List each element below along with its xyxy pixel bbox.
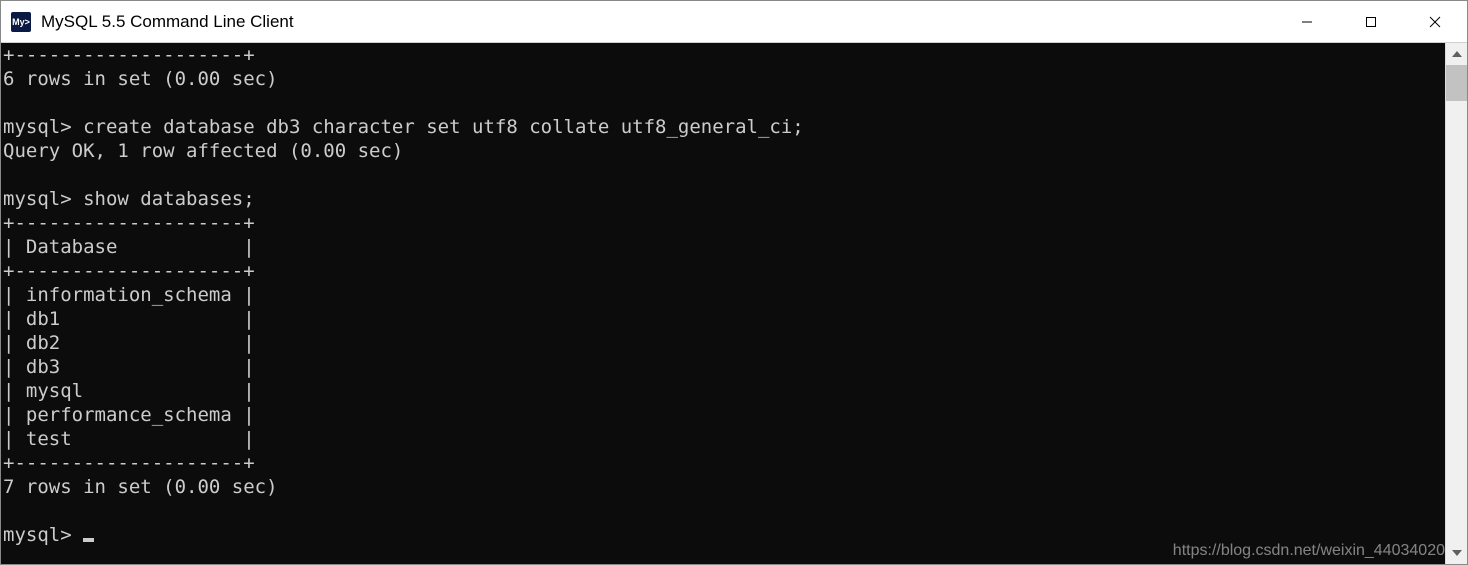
close-button[interactable] <box>1403 1 1467 42</box>
terminal-wrapper: +--------------------+ 6 rows in set (0.… <box>1 43 1467 564</box>
scroll-track[interactable] <box>1446 65 1467 542</box>
terminal-line: mysql> <box>3 524 83 546</box>
scrollbar[interactable] <box>1445 43 1467 564</box>
terminal-line: +--------------------+ <box>3 452 255 474</box>
window-title: MySQL 5.5 Command Line Client <box>41 12 1275 32</box>
maximize-button[interactable] <box>1339 1 1403 42</box>
terminal-line: | performance_schema | <box>3 404 255 426</box>
terminal-line: mysql> show databases; <box>3 188 255 210</box>
terminal-line: | db3 | <box>3 356 255 378</box>
terminal-line: mysql> create database db3 character set… <box>3 116 804 138</box>
window-controls <box>1275 1 1467 42</box>
terminal[interactable]: +--------------------+ 6 rows in set (0.… <box>1 43 1445 564</box>
terminal-line: | db2 | <box>3 332 255 354</box>
scroll-thumb[interactable] <box>1446 65 1467 101</box>
terminal-line: +--------------------+ <box>3 44 255 66</box>
terminal-line: +--------------------+ <box>3 260 255 282</box>
terminal-line: 6 rows in set (0.00 sec) <box>3 68 278 90</box>
scroll-down-arrow-icon[interactable] <box>1446 542 1467 564</box>
mysql-icon: My> <box>11 12 31 32</box>
app-window: My> MySQL 5.5 Command Line Client +-----… <box>0 0 1468 565</box>
terminal-line: | information_schema | <box>3 284 255 306</box>
terminal-line: | mysql | <box>3 380 255 402</box>
titlebar[interactable]: My> MySQL 5.5 Command Line Client <box>1 1 1467 43</box>
terminal-line: | Database | <box>3 236 255 258</box>
minimize-button[interactable] <box>1275 1 1339 42</box>
terminal-line: | test | <box>3 428 255 450</box>
terminal-line: +--------------------+ <box>3 212 255 234</box>
cursor-icon <box>83 538 94 542</box>
scroll-up-arrow-icon[interactable] <box>1446 43 1467 65</box>
terminal-line: 7 rows in set (0.00 sec) <box>3 476 278 498</box>
terminal-line: Query OK, 1 row affected (0.00 sec) <box>3 140 403 162</box>
terminal-line: | db1 | <box>3 308 255 330</box>
